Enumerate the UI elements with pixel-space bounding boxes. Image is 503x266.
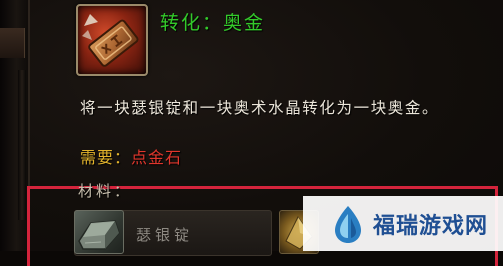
recipe-description: 将一块瑟银锭和一块奥术水晶转化为一块奥金。 [80, 99, 440, 117]
window-edge-tab[interactable] [0, 28, 25, 58]
requires-label: 需要： [80, 148, 132, 167]
requires-tool: 点金石 [131, 148, 183, 167]
watermark-text: 福瑞游戏网 [373, 213, 489, 239]
material-name-thorium: 瑟银锭 [136, 226, 194, 244]
requires-line: 需要：点金石 [80, 144, 182, 168]
recipe-title: 转化：奥金 [160, 12, 266, 34]
furui-logo-icon [335, 205, 361, 243]
transmute-gold-icon[interactable] [76, 4, 148, 76]
window-edge-groove [18, 70, 26, 220]
site-watermark: 福瑞游戏网 [303, 196, 503, 251]
thorium-bar-icon[interactable] [74, 210, 124, 254]
materials-label: 材料： [78, 182, 133, 200]
